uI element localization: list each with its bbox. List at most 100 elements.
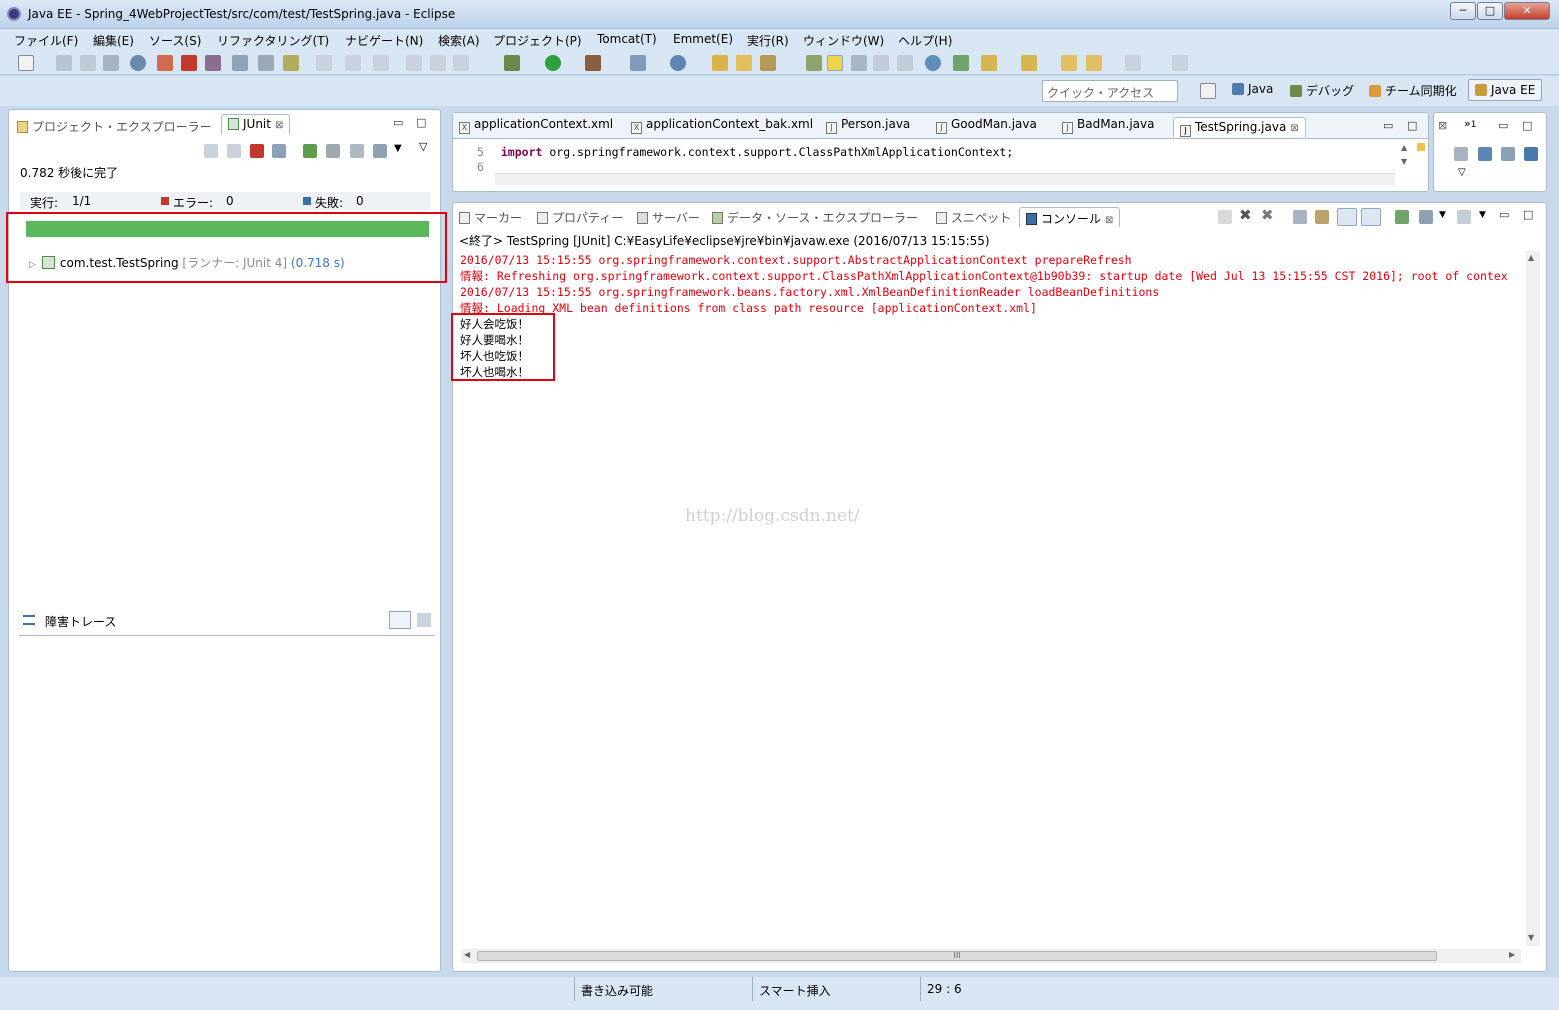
perspective-debug[interactable]: デバッグ — [1290, 82, 1354, 99]
compare-result-icon[interactable] — [417, 613, 431, 627]
show-failures-only-icon[interactable] — [250, 144, 264, 158]
view-menu-icon[interactable]: ▽ — [419, 140, 427, 153]
forward-icon[interactable] — [1125, 55, 1141, 71]
rerun-failed-icon[interactable] — [326, 144, 340, 158]
test-history-icon[interactable] — [373, 144, 387, 158]
menu-run[interactable]: 実行(R) — [747, 32, 789, 49]
perspective-team-sync[interactable]: チーム同期化 — [1369, 82, 1457, 99]
menu-edit[interactable]: 編集(E) — [93, 32, 134, 49]
block-selection-icon[interactable] — [851, 55, 867, 71]
scroll-down-icon[interactable]: ▼ — [1528, 933, 1534, 942]
back-icon[interactable] — [1086, 55, 1102, 71]
menu-tomcat[interactable]: Tomcat(T) — [597, 32, 657, 46]
minimize-editor-icon[interactable]: ▭ — [1383, 119, 1393, 132]
pin-console-icon[interactable] — [1395, 210, 1409, 224]
prev-annotation-icon[interactable] — [1021, 55, 1037, 71]
menu-search[interactable]: 検索(A) — [438, 32, 480, 49]
console-output[interactable]: 2016/07/13 15:15:55 org.springframework.… — [460, 252, 1523, 380]
tab-markers[interactable]: マーカー — [459, 209, 522, 229]
resume-icon[interactable] — [406, 55, 422, 71]
external-tools-icon[interactable] — [585, 55, 601, 71]
run-icon[interactable] — [545, 55, 561, 71]
close-tab-icon[interactable]: ⊠ — [1290, 123, 1298, 134]
editor-hscrollbar[interactable] — [495, 173, 1395, 185]
maximize-outline-icon[interactable]: □ — [1522, 119, 1532, 132]
menu-window[interactable]: ウィンドウ(W) — [803, 32, 884, 49]
next-edit-icon[interactable] — [953, 55, 969, 71]
menu-project[interactable]: プロジェクト(P) — [493, 32, 582, 49]
tab-goodman-java[interactable]: J GoodMan.java — [936, 117, 1037, 137]
menu-help[interactable]: ヘルプ(H) — [898, 32, 952, 49]
display-dropdown-icon[interactable]: ▼ — [1439, 210, 1446, 220]
console-vscrollbar[interactable]: ▲ ▼ — [1526, 251, 1540, 946]
hide-fields-icon[interactable] — [1524, 147, 1538, 161]
close-button[interactable]: ✕ — [1504, 2, 1550, 20]
skip-breakpoints-icon[interactable] — [181, 55, 197, 71]
close-tab-icon[interactable]: ⊠ — [1105, 215, 1113, 226]
debug-icon[interactable] — [504, 55, 520, 71]
new-class-icon[interactable] — [670, 55, 686, 71]
show-whitespace-icon[interactable] — [897, 55, 913, 71]
maximize-view-icon[interactable]: □ — [416, 116, 426, 129]
outline-collapse-icon[interactable] — [1478, 147, 1492, 161]
tab-data-source-explorer[interactable]: データ・ソース・エクスプローラー — [712, 209, 918, 229]
perspective-javaee[interactable]: Java EE — [1468, 79, 1543, 101]
save-all-icon[interactable] — [80, 55, 96, 71]
step-return-icon[interactable] — [316, 55, 332, 71]
print-icon[interactable] — [103, 55, 119, 71]
outline-tool-icon[interactable] — [1454, 147, 1468, 161]
undo-icon[interactable] — [345, 55, 361, 71]
tab-badman-java[interactable]: J BadMan.java — [1062, 117, 1154, 137]
open-folder-icon[interactable] — [712, 55, 728, 71]
scroll-down-icon[interactable]: ▼ — [1401, 157, 1407, 166]
maximize-button[interactable]: □ — [1477, 2, 1503, 20]
close-tab-icon[interactable]: ⊠ — [275, 120, 283, 131]
suspend-icon[interactable] — [430, 55, 446, 71]
minimize-button[interactable]: ─ — [1450, 2, 1476, 20]
step-over-icon[interactable] — [258, 55, 274, 71]
menu-refactor[interactable]: リファクタリング(T) — [217, 32, 329, 49]
scroll-lock-console-icon[interactable] — [1315, 210, 1329, 224]
tab-junit[interactable]: JUnit ⊠ — [221, 114, 291, 134]
step-into-icon[interactable] — [283, 55, 299, 71]
remove-all-icon[interactable]: ✖ — [1261, 206, 1274, 224]
mark-occurrences-icon[interactable] — [827, 55, 843, 71]
tab-console[interactable]: コンソール ⊠ — [1019, 207, 1121, 227]
debug-tool-icon[interactable] — [157, 55, 173, 71]
warning-marker-icon[interactable] — [1417, 143, 1425, 151]
tab-properties[interactable]: プロパティー — [537, 209, 623, 229]
show-on-stdout-icon[interactable] — [1337, 208, 1357, 226]
pin-editor-icon[interactable] — [1172, 55, 1188, 71]
open-console-icon[interactable] — [1457, 210, 1471, 224]
minimize-outline-icon[interactable]: ▭ — [1498, 119, 1508, 132]
code-line-5[interactable]: 5 import org.springframework.context.sup… — [477, 145, 1013, 159]
stop-icon[interactable] — [453, 55, 469, 71]
history-dropdown-icon[interactable]: ▼ — [394, 143, 402, 154]
scroll-up-icon[interactable]: ▲ — [1528, 253, 1534, 262]
redo-icon[interactable] — [373, 55, 389, 71]
rerun-test-icon[interactable] — [303, 144, 317, 158]
tab-servers[interactable]: サーバー — [637, 209, 700, 229]
last-edit-icon[interactable] — [1061, 55, 1077, 71]
scroll-left-icon[interactable]: ◀ — [464, 950, 470, 959]
terminate-console-icon[interactable] — [1218, 210, 1232, 224]
minimize-console-icon[interactable]: ▭ — [1499, 208, 1509, 221]
search-tool-icon[interactable] — [760, 55, 776, 71]
word-wrap-icon[interactable] — [873, 55, 889, 71]
scroll-lock-icon[interactable] — [272, 144, 286, 158]
globe-icon[interactable] — [925, 55, 941, 71]
show-on-stderr-icon[interactable] — [1361, 208, 1381, 226]
tab-snippets[interactable]: スニペット — [936, 209, 1011, 229]
save-icon[interactable] — [56, 55, 72, 71]
tab-applicationcontext-xml[interactable]: XapplicationContext.xml — [459, 117, 613, 137]
pin-icon[interactable] — [232, 55, 248, 71]
scroll-up-icon[interactable]: ▲ — [1401, 143, 1407, 152]
remove-launch-icon[interactable]: ✖ — [1239, 206, 1252, 224]
sort-icon[interactable] — [1501, 147, 1515, 161]
menu-file[interactable]: ファイル(F) — [14, 32, 78, 49]
scroll-right-icon[interactable]: ▶ — [1509, 950, 1515, 959]
perspective-java[interactable]: Java — [1232, 82, 1273, 96]
new-icon[interactable] — [18, 55, 34, 71]
new-server-icon[interactable] — [630, 55, 646, 71]
quick-access-input[interactable]: クイック・アクセス — [1042, 80, 1178, 102]
